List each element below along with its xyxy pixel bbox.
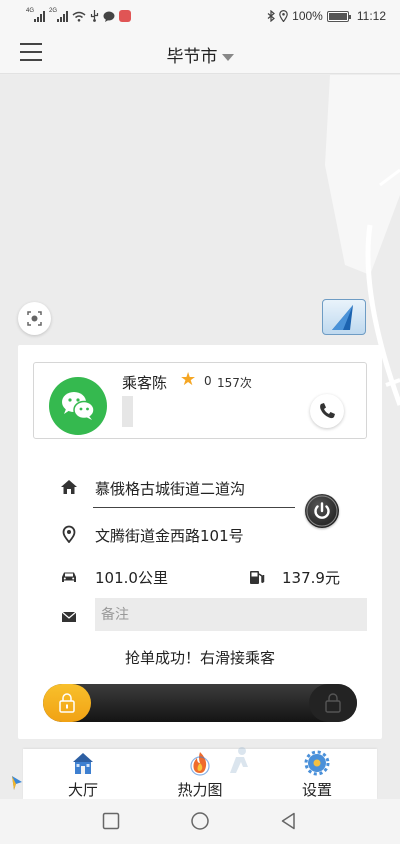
dropoff-address: 文腾街道金西路101号 bbox=[95, 527, 244, 545]
location-pin-icon bbox=[62, 525, 76, 543]
network-type-label: 4G bbox=[26, 7, 35, 14]
cell-signal-icon: 4G bbox=[26, 7, 45, 22]
city-name: 毕节市 bbox=[166, 47, 218, 67]
cell-signal-icon: 2G bbox=[49, 7, 68, 22]
wechat-icon bbox=[49, 377, 107, 435]
passenger-trip-count: 157次 bbox=[217, 376, 252, 390]
passenger-name: 乘客陈 bbox=[122, 374, 168, 392]
clock: 11:12 bbox=[356, 9, 386, 23]
lobby-house-icon bbox=[73, 753, 93, 774]
lock-icon bbox=[59, 693, 75, 713]
home-icon bbox=[61, 480, 77, 494]
square-icon[interactable] bbox=[101, 811, 121, 831]
envelope-icon bbox=[61, 611, 77, 622]
passenger-rating: 0 bbox=[204, 374, 212, 388]
navigation-arrow-logo[interactable] bbox=[322, 299, 366, 335]
swipe-to-pickup-slider[interactable] bbox=[43, 684, 357, 722]
fuel-pump-icon bbox=[250, 571, 265, 584]
slider-handle[interactable] bbox=[43, 684, 91, 722]
circle-icon[interactable] bbox=[190, 811, 210, 831]
status-bar: 4G 2G 100% 11:12 bbox=[0, 0, 400, 32]
locate-focus-icon[interactable] bbox=[18, 302, 51, 335]
location-status-icon bbox=[279, 10, 288, 22]
lock-icon bbox=[309, 684, 357, 722]
power-icon[interactable] bbox=[305, 494, 339, 528]
system-navigation-bar bbox=[0, 799, 400, 844]
bluetooth-icon bbox=[267, 10, 276, 22]
phone-icon[interactable] bbox=[310, 394, 344, 428]
decorative-sticker-icon bbox=[12, 776, 22, 790]
address-divider bbox=[93, 507, 295, 508]
battery-percent: 100% bbox=[292, 9, 323, 23]
star-icon: ★ bbox=[180, 369, 197, 390]
city-selector[interactable]: 毕节市 bbox=[0, 42, 400, 67]
wifi-icon bbox=[72, 11, 86, 22]
triangle-back-icon[interactable] bbox=[279, 811, 299, 831]
battery-icon bbox=[326, 10, 351, 22]
tab-lobby[interactable]: 大厅 bbox=[43, 749, 123, 799]
grab-success-message: 抢单成功！右滑接乘客 bbox=[124, 649, 275, 667]
status-right: 100% 11:12 bbox=[267, 9, 386, 23]
heatmap-flame-icon bbox=[190, 752, 210, 776]
car-icon bbox=[62, 572, 76, 582]
caret-down-icon bbox=[221, 53, 234, 61]
app-notification-icon bbox=[119, 10, 131, 22]
trip-price: 137.9元 bbox=[282, 569, 340, 587]
app-header: 毕节市 bbox=[0, 32, 400, 74]
trip-distance: 101.0公里 bbox=[95, 569, 168, 587]
watermark-logo bbox=[222, 745, 352, 785]
message-bubble-icon bbox=[103, 11, 115, 22]
status-left: 4G 2G bbox=[26, 7, 131, 22]
network-type-label: 2G bbox=[49, 7, 58, 14]
pickup-address: 慕俄格古城街道二道沟 bbox=[95, 480, 246, 498]
passenger-info-placeholder bbox=[122, 396, 133, 427]
usb-icon bbox=[90, 10, 99, 22]
remark-input[interactable] bbox=[95, 598, 367, 631]
tab-label: 大厅 bbox=[67, 781, 98, 799]
order-card: 乘客陈 ★ 0 157次 慕俄格古城街道二道沟 文腾街道金西路101号 101. bbox=[18, 345, 382, 739]
passenger-info: 乘客陈 ★ 0 157次 bbox=[33, 362, 367, 439]
